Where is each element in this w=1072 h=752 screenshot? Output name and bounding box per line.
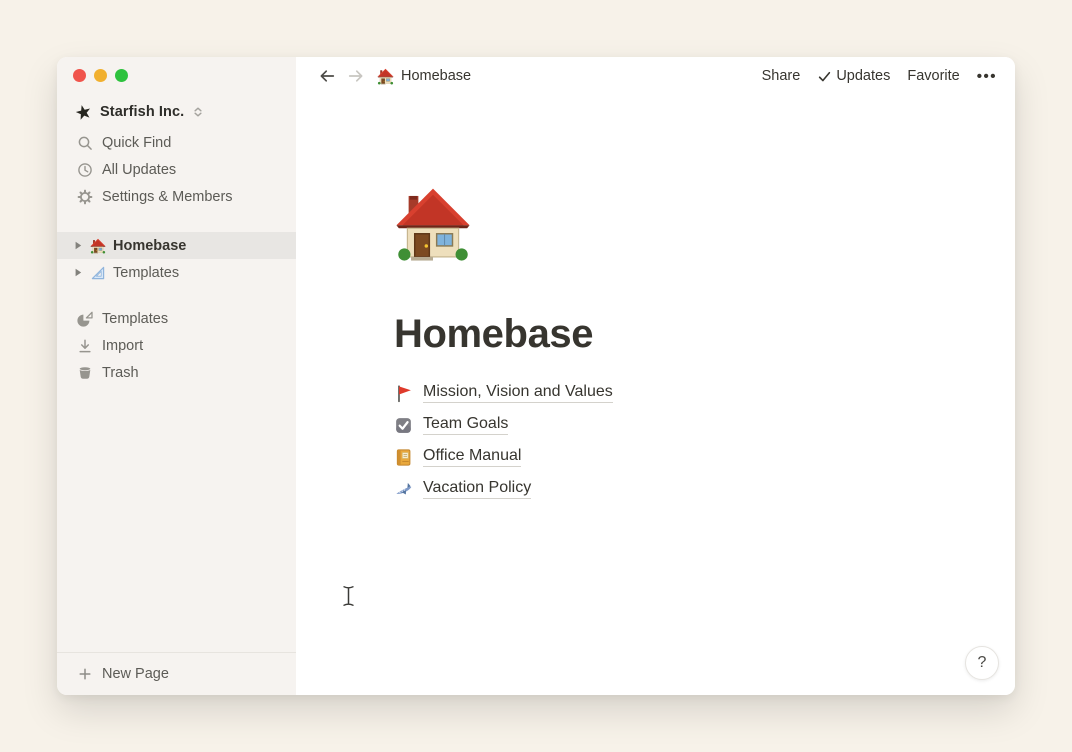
text-cursor-ibeam (342, 585, 355, 607)
sidebar-page-label: Homebase (113, 238, 186, 254)
back-arrow-icon[interactable] (318, 67, 336, 85)
help-button[interactable]: ? (965, 646, 999, 680)
page-link[interactable]: Office Manual (423, 447, 521, 467)
sidebar-page-templates[interactable]: Templates (57, 259, 296, 286)
favorite-button[interactable]: Favorite (907, 68, 959, 84)
page-links: Mission, Vision and Values Team Goals Of… (394, 377, 1015, 505)
sidebar-page-homebase[interactable]: Homebase (57, 232, 296, 259)
minimize-window-button[interactable] (94, 69, 107, 82)
starfish-icon (75, 104, 92, 121)
updates-label: Updates (836, 68, 890, 84)
sidebar-spacer (57, 386, 296, 652)
shapes-icon (77, 311, 93, 327)
sidebar-item-import[interactable]: Import (57, 332, 296, 359)
close-window-button[interactable] (73, 69, 86, 82)
search-icon (77, 135, 93, 151)
page-content: Homebase Mission, Vision and Values Team… (296, 95, 1015, 505)
workspace-switcher[interactable]: Starfish Inc. (57, 99, 296, 125)
app-window: Starfish Inc. Quick Find All Updates Set… (57, 57, 1015, 695)
sidebar-item-label: Settings & Members (102, 189, 233, 205)
sidebar-pages: Homebase Templates (57, 232, 296, 286)
share-button[interactable]: Share (762, 68, 801, 84)
sidebar-tools: Templates Import Trash (57, 305, 296, 386)
workspace-name: Starfish Inc. (100, 104, 184, 120)
forward-arrow-icon[interactable] (347, 67, 365, 85)
window-controls (57, 57, 296, 82)
new-page-label: New Page (102, 666, 169, 682)
sidebar-item-templates[interactable]: Templates (57, 305, 296, 332)
breadcrumb[interactable]: Homebase (377, 68, 471, 85)
topbar-actions: Share Updates Favorite ••• (762, 68, 997, 85)
airplane-emoji-icon (394, 480, 413, 499)
page-house-emoji-icon[interactable] (394, 185, 472, 263)
sidebar-page-label: Templates (113, 265, 179, 281)
updown-chevron-icon (192, 106, 204, 118)
page-link-row: Vacation Policy (394, 473, 1015, 505)
house-emoji-icon (377, 68, 394, 85)
help-label: ? (978, 654, 987, 672)
breadcrumb-title: Homebase (401, 68, 471, 84)
trash-icon (77, 365, 93, 381)
download-icon (77, 338, 93, 354)
expand-caret-icon[interactable] (73, 240, 83, 251)
sidebar-item-label: Import (102, 338, 143, 354)
sidebar-item-all-updates[interactable]: All Updates (57, 156, 296, 183)
sidebar-nav: Quick Find All Updates Settings & Member… (57, 129, 296, 210)
history-nav (318, 67, 365, 85)
triangle-ruler-emoji-icon (90, 265, 106, 281)
sidebar-item-quick-find[interactable]: Quick Find (57, 129, 296, 156)
page-title[interactable]: Homebase (394, 311, 1015, 357)
page-link[interactable]: Mission, Vision and Values (423, 383, 613, 403)
checkbox-emoji-icon (394, 416, 413, 435)
sidebar-item-trash[interactable]: Trash (57, 359, 296, 386)
flag-emoji-icon (394, 384, 413, 403)
page-link-row: Team Goals (394, 409, 1015, 441)
sidebar-item-label: All Updates (102, 162, 176, 178)
new-page-button[interactable]: New Page (57, 652, 296, 695)
plus-icon (77, 666, 93, 682)
more-options-button[interactable]: ••• (977, 68, 997, 85)
page-link-row: Office Manual (394, 441, 1015, 473)
page-link[interactable]: Team Goals (423, 415, 508, 435)
check-icon (817, 69, 832, 84)
sidebar-item-settings-members[interactable]: Settings & Members (57, 183, 296, 210)
page-link[interactable]: Vacation Policy (423, 479, 531, 499)
sidebar: Starfish Inc. Quick Find All Updates Set… (57, 57, 296, 695)
zoom-window-button[interactable] (115, 69, 128, 82)
gear-icon (77, 189, 93, 205)
share-label: Share (762, 68, 801, 84)
main-area: Homebase Share Updates Favorite ••• Home… (296, 57, 1015, 695)
topbar: Homebase Share Updates Favorite ••• (296, 57, 1015, 95)
house-emoji-icon (90, 238, 106, 254)
favorite-label: Favorite (907, 68, 959, 84)
expand-caret-icon[interactable] (73, 267, 83, 278)
clock-icon (77, 162, 93, 178)
ledger-emoji-icon (394, 448, 413, 467)
updates-button[interactable]: Updates (817, 68, 890, 84)
sidebar-item-label: Quick Find (102, 135, 171, 151)
sidebar-item-label: Trash (102, 365, 139, 381)
sidebar-item-label: Templates (102, 311, 168, 327)
page-link-row: Mission, Vision and Values (394, 377, 1015, 409)
